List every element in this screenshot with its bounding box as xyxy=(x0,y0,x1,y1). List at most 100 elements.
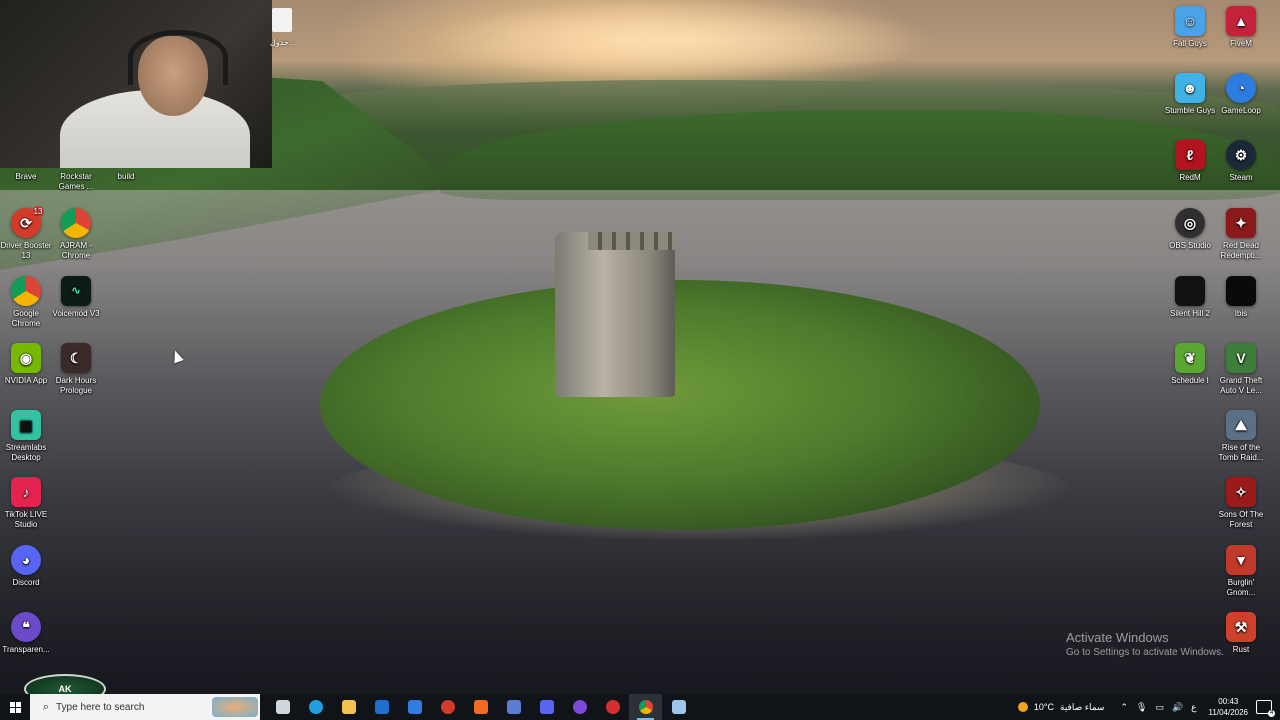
desktop-icon-schedule-i[interactable]: ❦ Schedule I xyxy=(1164,343,1216,386)
desktop-icon-gameloop[interactable]: ◔ GameLoop xyxy=(1215,73,1267,116)
desktop-icon-red-dead[interactable]: ✦ Red Dead Redempti... xyxy=(1215,208,1267,261)
desktop-icon-dark-hours[interactable]: ☾ Dark Hours Prologue xyxy=(50,343,102,396)
weather-description: سماء صافية xyxy=(1060,701,1105,712)
desktop-icon-label: Grand Theft Auto V Le... xyxy=(1219,376,1263,395)
taskbar-search-box[interactable]: ⌕ Type here to search xyxy=(30,694,260,720)
taskbar-driver-booster[interactable] xyxy=(431,694,464,720)
taskbar-outlook[interactable] xyxy=(365,694,398,720)
desktop-icon-label: NVIDIA App xyxy=(4,376,48,385)
taskbar-twitch-helper[interactable] xyxy=(563,694,596,720)
desktop-icon-label: OBS Studio xyxy=(1169,241,1211,250)
microphone-icon[interactable]: 🎙 xyxy=(1136,702,1147,713)
activate-windows-subtitle: Go to Settings to activate Windows. xyxy=(1066,647,1224,658)
desktop-icon-obs-studio[interactable]: ◎ OBS Studio xyxy=(1164,208,1216,251)
activate-windows-watermark: Activate Windows Go to Settings to activ… xyxy=(1066,630,1224,658)
taskbar-streamlabs[interactable] xyxy=(497,694,530,720)
edge-icon xyxy=(308,700,323,714)
windows-logo-icon xyxy=(9,701,21,713)
desktop-icon-label: Voicemod V3 xyxy=(52,309,100,318)
desktop-icon-nvidia-app[interactable]: ◉ NVIDIA App xyxy=(0,343,52,386)
search-highlight-image xyxy=(212,697,258,717)
notification-center-icon[interactable]: 4 xyxy=(1256,700,1275,717)
search-placeholder: Type here to search xyxy=(56,701,145,713)
desktop-icon-sons-of-forest[interactable]: ✧ Sons Of The Forest xyxy=(1215,477,1267,530)
desktop-icon-google-chrome[interactable]: Google Chrome xyxy=(0,276,52,329)
schedule-icon: ❦ xyxy=(1175,343,1205,373)
desktop-icon-streamlabs[interactable]: ▣ Streamlabs Desktop xyxy=(0,410,52,463)
taskbar-store[interactable] xyxy=(398,694,431,720)
taskbar-notepad[interactable] xyxy=(662,694,695,720)
headset-icon xyxy=(128,30,228,85)
start-button[interactable] xyxy=(0,694,30,720)
taskbar-chrome-red[interactable] xyxy=(596,694,629,720)
desktop-icon-stumble-guys[interactable]: ☻ Stumble Guys xyxy=(1164,73,1216,116)
weather-widget[interactable]: 10°C سماء صافية xyxy=(1017,701,1105,713)
taskbar-task-view[interactable] xyxy=(266,694,299,720)
task-view-icon xyxy=(275,700,290,714)
document-file-icon[interactable] xyxy=(272,8,292,32)
desktop-icon-voicemod[interactable]: ∿ Voicemod V3 xyxy=(50,276,102,319)
fall-guys-icon: ☺ xyxy=(1175,6,1205,36)
chat-bubble-icon: ❝ xyxy=(11,612,41,642)
desktop-icon-label: Fall Guys xyxy=(1173,39,1207,48)
desktop-icon-transparent[interactable]: ❝ Transparen... xyxy=(0,612,52,655)
desktop-icon-label: Schedule I xyxy=(1171,376,1209,385)
outlook-icon xyxy=(374,700,389,714)
desktop-icon-fall-guys[interactable]: ☺ Fall Guys xyxy=(1164,6,1216,49)
streamlabs-icon: ▣ xyxy=(11,410,41,440)
desktop-icon-build[interactable]: build xyxy=(100,172,152,184)
chrome-icon xyxy=(11,276,41,306)
language-indicator[interactable]: ع xyxy=(1191,702,1196,713)
desktop-icon-label: Rise of the Tomb Raid... xyxy=(1218,443,1264,462)
weather-temperature: 10°C xyxy=(1033,702,1054,712)
gnome-icon: ▼ xyxy=(1226,545,1256,575)
gta-icon: V xyxy=(1226,343,1256,373)
desktop-icon-label: TikTok LIVE Studio xyxy=(4,510,48,529)
obs-icon: ◎ xyxy=(1175,208,1205,238)
taskbar-discord[interactable] xyxy=(530,694,563,720)
desktop-icon-tomb-raider[interactable]: ⛰ Rise of the Tomb Raid... xyxy=(1215,410,1267,463)
desktop-icon-label: Steam xyxy=(1229,173,1253,182)
desktop-icon-redm[interactable]: ℓ RedM xyxy=(1164,140,1216,183)
driver-booster-icon xyxy=(440,700,455,714)
desktop-icon-driver-booster[interactable]: ⟳ 13 Driver Booster 13 xyxy=(0,206,52,261)
desktop-icon-ibis[interactable]: Ibis xyxy=(1215,276,1267,319)
taskbar-edge[interactable] xyxy=(299,694,332,720)
desktop-icon-fivem[interactable]: ▲ FiveM xyxy=(1215,6,1267,49)
desktop-icon-label: build xyxy=(117,172,135,181)
wallpaper-sky xyxy=(420,0,940,80)
taskbar-file-explorer[interactable] xyxy=(332,694,365,720)
taskbar-brave[interactable] xyxy=(464,694,497,720)
notification-badge: 13 xyxy=(32,206,44,218)
volume-icon[interactable]: 🔊 xyxy=(1172,702,1183,713)
taskbar: ⌕ Type here to search 10°C سماء صافية ⌃ … xyxy=(0,694,1280,720)
desktop-icon-label: Rockstar Games ... xyxy=(58,172,94,191)
desktop-icon-label: Silent Hill 2 xyxy=(1169,309,1210,318)
desktop-icon-tiktok-live[interactable]: ♪ TikTok LIVE Studio xyxy=(0,477,52,530)
desktop-icon-discord[interactable]: ◕ Discord xyxy=(0,545,52,588)
desktop-icon-label: Streamlabs Desktop xyxy=(5,443,47,462)
discord-icon xyxy=(539,700,554,714)
stumble-guys-icon: ☻ xyxy=(1175,73,1205,103)
wallpaper-tower-battlements xyxy=(588,232,676,250)
desktop-icon-silent-hill[interactable]: Silent Hill 2 xyxy=(1164,276,1216,319)
desktop-icon-steam[interactable]: ⚙ Steam xyxy=(1215,140,1267,183)
desktop-icon-ajram-chrome[interactable]: AJRAM - Chrome xyxy=(50,208,102,261)
taskbar-chrome[interactable] xyxy=(629,694,662,720)
clock-date: 11/04/2026 xyxy=(1208,708,1248,717)
gameloop-icon: ◔ xyxy=(1226,73,1256,103)
desktop-icon-gta-v[interactable]: V Grand Theft Auto V Le... xyxy=(1215,343,1267,396)
desktop-icon-rockstar[interactable]: Rockstar Games ... xyxy=(50,172,102,191)
desktop-icon-label: Brave xyxy=(15,172,37,181)
taskbar-clock[interactable]: 00:43 11/04/2026 xyxy=(1209,696,1248,718)
network-icon[interactable]: ▭ xyxy=(1155,702,1164,713)
chevron-up-icon[interactable]: ⌃ xyxy=(1120,702,1128,713)
desktop-icon-label: Stumble Guys xyxy=(1164,106,1216,115)
sons-forest-icon: ✧ xyxy=(1226,477,1256,507)
silent-hill-icon xyxy=(1175,276,1205,306)
desktop-icon-brave[interactable]: Brave xyxy=(0,172,52,184)
desktop-icon-label: Discord xyxy=(12,578,40,587)
desktop-icon-burglin-gnomes[interactable]: ▼ Burglin' Gnom... xyxy=(1215,545,1267,598)
chrome-red-icon xyxy=(605,700,620,714)
rust-icon: ⚒ xyxy=(1226,612,1256,642)
